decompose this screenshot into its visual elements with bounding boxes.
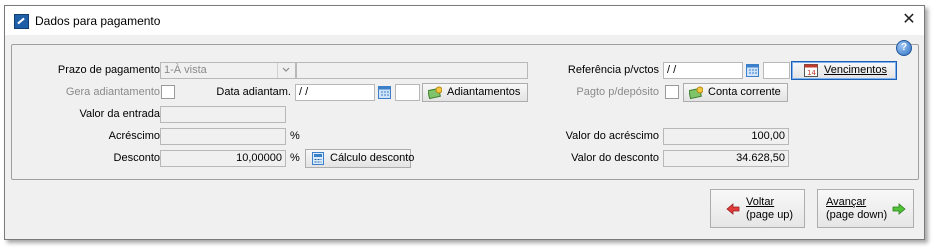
arrow-left-icon bbox=[726, 203, 740, 215]
conta-corrente-button[interactable]: Conta corrente bbox=[683, 83, 788, 102]
chevron-down-icon[interactable] bbox=[277, 63, 295, 78]
valor-acrescimo-label: Valor do acréscimo bbox=[565, 130, 659, 142]
help-icon[interactable]: ? bbox=[896, 40, 912, 56]
valor-desconto-field: 34.628,50 bbox=[663, 150, 789, 167]
window-title: Dados para pagamento bbox=[35, 14, 161, 28]
calculo-desconto-label: Cálculo desconto bbox=[330, 152, 415, 164]
desconto-percent: % bbox=[290, 152, 300, 164]
valor-entrada-field[interactable] bbox=[160, 106, 286, 123]
data-adiant-extra-field[interactable] bbox=[395, 84, 420, 101]
avancar-button[interactable]: Avançar (page down) bbox=[817, 189, 914, 228]
voltar-line1: Voltar bbox=[746, 196, 775, 208]
arrow-right-icon bbox=[892, 203, 906, 215]
valor-entrada-label: Valor da entrada bbox=[79, 108, 160, 120]
calculo-desconto-button[interactable]: Cálculo desconto bbox=[305, 149, 415, 168]
desconto-field[interactable]: 10,00000 bbox=[160, 150, 286, 167]
acrescimo-field[interactable] bbox=[160, 128, 286, 145]
adiantamentos-button[interactable]: Adiantamentos bbox=[422, 83, 528, 102]
acrescimo-label: Acréscimo bbox=[108, 130, 160, 142]
money-icon bbox=[689, 86, 703, 99]
valor-desconto-label: Valor do desconto bbox=[571, 152, 659, 164]
avancar-line1: Avançar bbox=[826, 196, 867, 208]
acrescimo-percent: % bbox=[290, 130, 300, 142]
prazo-label: Prazo de pagamento bbox=[57, 64, 160, 76]
pagto-deposito-label: Pagto p/depósito bbox=[576, 86, 659, 98]
svg-text:14: 14 bbox=[807, 69, 816, 77]
gera-adiantamento-checkbox[interactable] bbox=[161, 85, 175, 99]
data-adiant-label: Data adiantam. bbox=[216, 86, 291, 98]
calendar-icon[interactable] bbox=[746, 63, 759, 77]
calendar-page-icon: 14 bbox=[804, 64, 818, 77]
adiantamentos-label: Adiantamentos bbox=[447, 86, 521, 98]
payment-group: ? Prazo de pagamento 1-À vista Referênci… bbox=[11, 40, 919, 180]
voltar-line2: (page up) bbox=[746, 209, 794, 221]
prazo-description-field bbox=[296, 62, 528, 79]
close-icon[interactable]: ✕ bbox=[900, 11, 918, 29]
desconto-label: Desconto bbox=[113, 152, 160, 164]
calculator-icon bbox=[312, 152, 324, 165]
referencia-label: Referência p/vctos bbox=[567, 64, 659, 76]
title-bar: Dados para pagamento ✕ bbox=[5, 6, 924, 35]
data-adiant-field[interactable]: / / bbox=[295, 84, 375, 101]
pagto-deposito-checkbox[interactable] bbox=[665, 85, 679, 99]
referencia-extra-field[interactable] bbox=[763, 62, 790, 79]
referencia-date-field[interactable]: / / bbox=[663, 62, 743, 79]
prazo-value: 1-À vista bbox=[164, 64, 207, 76]
prazo-select[interactable]: 1-À vista bbox=[160, 62, 296, 79]
calendar-icon[interactable] bbox=[378, 85, 391, 99]
conta-corrente-label: Conta corrente bbox=[708, 86, 781, 98]
vencimentos-label: Vencimentos bbox=[824, 64, 887, 76]
valor-acrescimo-field: 100,00 bbox=[663, 128, 789, 145]
vencimentos-button[interactable]: 14 Vencimentos bbox=[791, 61, 897, 80]
app-icon bbox=[14, 14, 29, 29]
money-icon bbox=[428, 86, 442, 99]
gera-adiantamento-label: Gera adiantamento bbox=[65, 86, 160, 98]
avancar-line2: (page down) bbox=[826, 209, 888, 221]
voltar-button[interactable]: Voltar (page up) bbox=[710, 189, 805, 228]
payment-dialog: Dados para pagamento ✕ ? Prazo de pagame… bbox=[4, 5, 925, 240]
